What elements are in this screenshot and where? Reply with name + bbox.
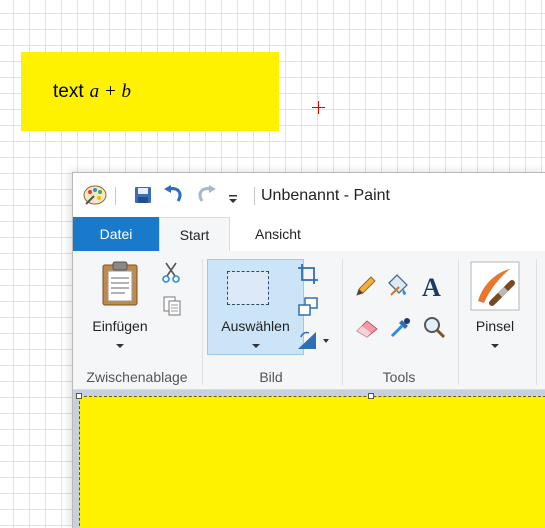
tab-ansicht[interactable]: Ansicht bbox=[233, 217, 323, 251]
select-rectangle-icon bbox=[227, 271, 269, 305]
redo-icon[interactable] bbox=[194, 183, 218, 207]
canvas-handle-top-left[interactable] bbox=[76, 393, 82, 399]
drawing-canvas[interactable] bbox=[79, 396, 545, 528]
select-label: Auswählen bbox=[221, 318, 290, 334]
group-separator bbox=[202, 259, 203, 385]
paint-window: Unbenannt - Paint Datei Start Ansicht Ei… bbox=[72, 172, 545, 528]
svg-text:A: A bbox=[422, 273, 441, 299]
group-separator-3 bbox=[458, 259, 459, 385]
titlebar-separator-2 bbox=[254, 187, 255, 205]
crosshair-cursor-icon bbox=[310, 99, 327, 116]
color-picker-icon[interactable] bbox=[389, 315, 413, 339]
eraser-icon[interactable] bbox=[355, 317, 379, 339]
pencil-icon[interactable] bbox=[355, 275, 377, 297]
canvas-area bbox=[73, 390, 545, 528]
note-formula: a + b bbox=[89, 81, 131, 102]
titlebar-separator bbox=[115, 187, 116, 205]
note-text: text a + b bbox=[53, 81, 131, 103]
title-bar: Unbenannt - Paint bbox=[73, 173, 545, 217]
crop-icon[interactable] bbox=[297, 263, 319, 285]
cut-icon[interactable] bbox=[162, 261, 180, 283]
select-dropdown-icon bbox=[252, 344, 260, 348]
image-group-label: Bild bbox=[259, 369, 283, 385]
ribbon-tabs: Datei Start Ansicht bbox=[73, 217, 545, 252]
customize-quick-access-icon[interactable] bbox=[225, 185, 241, 209]
paste-label[interactable]: Einfügen bbox=[83, 318, 157, 334]
brushes-dropdown-icon[interactable] bbox=[491, 344, 499, 348]
clipboard-icon[interactable] bbox=[99, 261, 141, 307]
resize-icon[interactable] bbox=[297, 296, 319, 318]
fill-bucket-icon[interactable] bbox=[385, 273, 411, 299]
paste-dropdown-icon[interactable] bbox=[116, 344, 124, 348]
magnifier-icon[interactable] bbox=[422, 315, 446, 339]
rotate-icon[interactable] bbox=[295, 329, 331, 351]
tab-start[interactable]: Start bbox=[159, 217, 230, 252]
select-button[interactable]: Auswählen bbox=[207, 259, 304, 355]
brushes-label[interactable]: Pinsel bbox=[461, 318, 529, 334]
note-label: text bbox=[53, 81, 84, 102]
group-separator-4 bbox=[536, 259, 537, 385]
paint-app-icon[interactable] bbox=[81, 183, 109, 207]
window-title: Unbenannt - Paint bbox=[261, 187, 390, 204]
clipboard-group-label: Zwischenablage bbox=[86, 369, 188, 385]
save-icon[interactable] bbox=[131, 183, 155, 207]
text-tool-icon[interactable]: A bbox=[420, 273, 446, 302]
tools-group-label: Tools bbox=[382, 369, 416, 385]
undo-icon[interactable] bbox=[162, 183, 186, 207]
canvas-handle-top-center[interactable] bbox=[368, 393, 374, 399]
yellow-note: text a + b bbox=[21, 52, 279, 131]
brush-icon[interactable] bbox=[470, 261, 520, 311]
ribbon: Einfügen Zwischenablage Auswählen Bild A… bbox=[73, 251, 545, 390]
tab-datei[interactable]: Datei bbox=[73, 217, 159, 251]
copy-icon[interactable] bbox=[162, 295, 182, 317]
group-separator-2 bbox=[342, 259, 343, 385]
